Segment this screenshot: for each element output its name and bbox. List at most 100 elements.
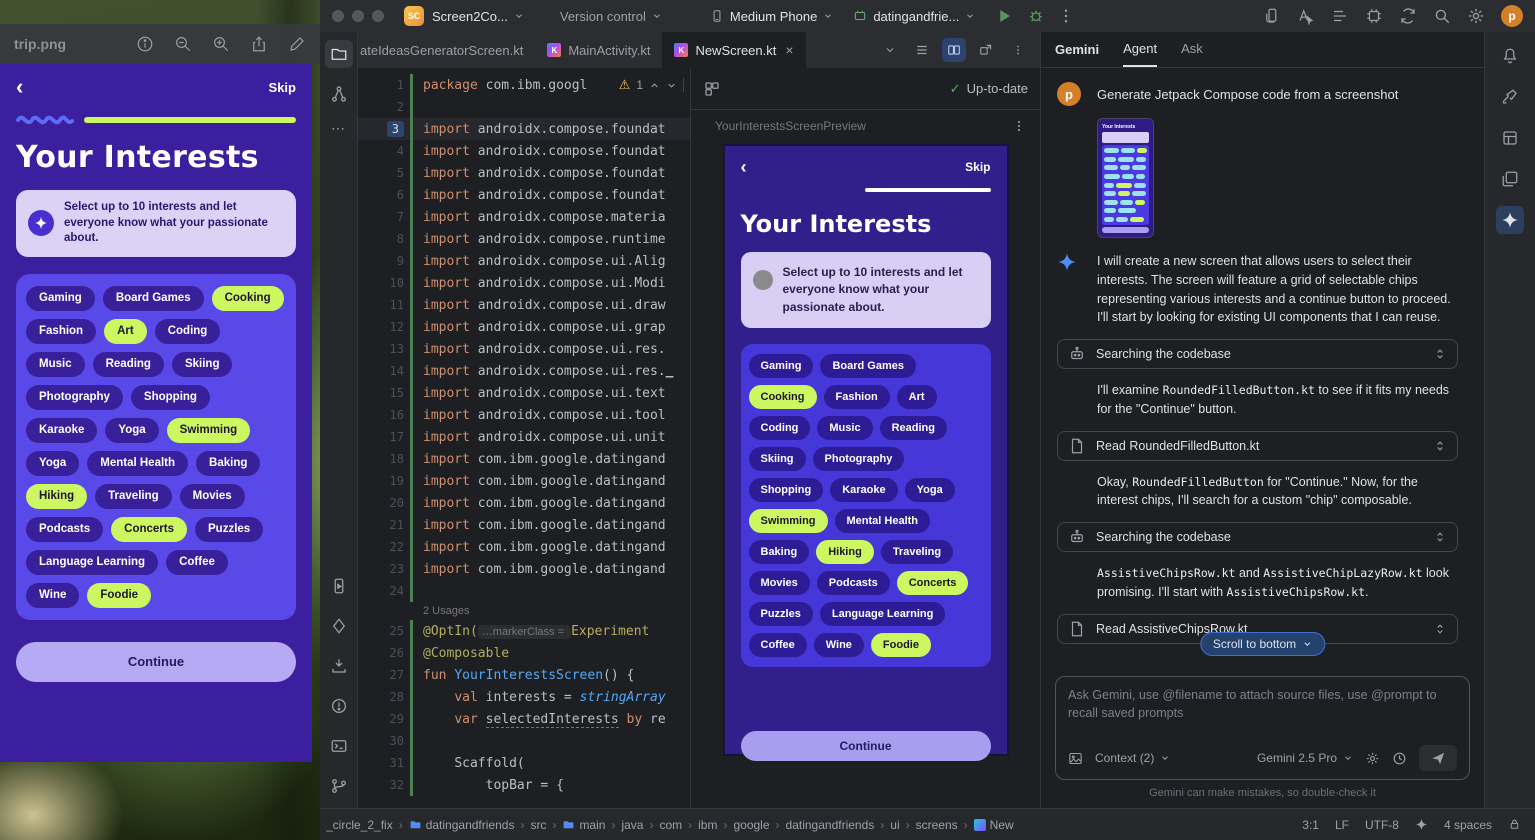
file-encoding[interactable]: UTF-8 [1365,818,1399,832]
user-avatar[interactable]: p [1501,5,1523,27]
line-number[interactable]: 21 [390,518,404,532]
code-line-12[interactable]: 12import androidx.compose.ui.grap [358,316,690,338]
line-number[interactable]: 6 [397,188,404,202]
float-window-icon[interactable] [974,38,998,62]
line-number[interactable]: 16 [390,408,404,422]
sync-icon[interactable] [1399,7,1417,25]
expand-collapse-icon[interactable] [1433,530,1447,544]
line-number[interactable]: 5 [397,166,404,180]
breadcrumb-datingandfriends[interactable]: datingandfriends [409,818,515,832]
line-number[interactable]: 30 [390,734,404,748]
code-line-6[interactable]: 6import androidx.compose.foundat [358,184,690,206]
running-devices-button[interactable] [325,572,353,600]
code-line-14[interactable]: 14import androidx.compose.ui.res._ [358,360,690,382]
info-icon[interactable] [136,35,154,53]
line-number[interactable]: 31 [390,756,404,770]
line-number[interactable]: 8 [397,232,404,246]
code-line-10[interactable]: 10import androidx.compose.ui.Modi [358,272,690,294]
code-line-18[interactable]: 18import com.ibm.google.datingand [358,448,690,470]
line-number[interactable]: 17 [390,430,404,444]
code-line-2[interactable]: 2 [358,96,690,118]
line-number[interactable]: 4 [397,144,404,158]
settings-icon[interactable] [1467,7,1485,25]
breadcrumb-ui[interactable]: ui [890,818,899,832]
maximize-window-icon[interactable] [372,10,384,22]
line-number[interactable]: 7 [397,210,404,224]
code-line-28[interactable]: 28 val interests = stringArray [358,686,690,708]
close-window-icon[interactable] [332,10,344,22]
line-separator[interactable]: LF [1335,818,1349,832]
code-line-22[interactable]: 22import com.ibm.google.datingand [358,536,690,558]
tool-call-read-roundedfilledbutton-kt[interactable]: Read RoundedFilledButton.kt [1057,431,1458,461]
preview-name[interactable]: YourInterestsScreenPreview [715,119,866,133]
tab-newscreen[interactable]: K NewScreen.kt × [662,32,805,68]
close-tab-icon[interactable]: × [785,42,793,58]
tab-mainactivity[interactable]: K MainActivity.kt [535,32,662,68]
breadcrumb-src[interactable]: src [530,818,546,832]
code-line-9[interactable]: 9import androidx.compose.ui.Alig [358,250,690,272]
line-number[interactable]: 14 [390,364,404,378]
code-line-27[interactable]: 27fun YourInterestsScreen() { [358,664,690,686]
ai-spark-icon[interactable] [1415,818,1428,831]
gemini-tool-button[interactable] [1496,206,1524,234]
vcs-widget[interactable]: Version control [560,9,662,24]
notifications-button[interactable] [1496,42,1524,70]
device-manager-button[interactable] [325,652,353,680]
tool-call-searching-the-codebase[interactable]: Searching the codebase [1057,339,1458,369]
prev-issue-icon[interactable] [649,80,660,91]
line-number[interactable]: 10 [390,276,404,290]
debug-button[interactable] [1027,7,1045,25]
line-number[interactable]: 24 [390,584,404,598]
code-line-8[interactable]: 8import androidx.compose.runtime [358,228,690,250]
expand-collapse-icon[interactable] [1433,347,1447,361]
code-line-13[interactable]: 13import androidx.compose.ui.res. [358,338,690,360]
commit-tool-button[interactable] [325,80,353,108]
todo-list-icon[interactable] [1331,7,1349,25]
line-number[interactable]: 2 [397,100,404,114]
code-line-17[interactable]: 17import androidx.compose.ui.unit [358,426,690,448]
preview-kebab-icon[interactable] [1012,119,1026,133]
breadcrumb-ibm[interactable]: ibm [698,818,717,832]
build-variants-button[interactable] [325,612,353,640]
preview-layout-icon[interactable] [703,80,721,98]
more-actions-button[interactable] [1057,7,1075,25]
zoom-out-icon[interactable] [174,35,192,53]
code-line-20[interactable]: 20import com.ibm.google.datingand [358,492,690,514]
model-dropdown[interactable]: Gemini 2.5 Pro [1257,751,1353,765]
line-number[interactable]: 26 [390,646,404,660]
line-number[interactable]: 3 [387,121,404,137]
preview-build-status[interactable]: ✓ Up-to-date [950,81,1028,97]
line-number[interactable]: 1 [397,78,404,92]
code-line-15[interactable]: 15import androidx.compose.ui.text [358,382,690,404]
code-line-7[interactable]: 7import androidx.compose.materia [358,206,690,228]
search-icon[interactable] [1433,7,1451,25]
attach-image-icon[interactable] [1068,751,1083,766]
code-line-11[interactable]: 11import androidx.compose.ui.draw [358,294,690,316]
next-issue-icon[interactable] [666,80,677,91]
project-tool-button[interactable] [325,40,353,68]
line-number[interactable]: 29 [390,712,404,726]
line-number[interactable]: 15 [390,386,404,400]
indent-setting[interactable]: 4 spaces [1444,818,1492,832]
split-preview-toggle-icon[interactable] [942,38,966,62]
line-number[interactable]: 18 [390,452,404,466]
breadcrumb-new[interactable]: New [974,818,1014,832]
zoom-in-icon[interactable] [212,35,230,53]
editor-kebab-icon[interactable] [1006,38,1030,62]
breadcrumb-java[interactable]: java [621,818,643,832]
hidden-tabs-chevron-icon[interactable] [878,38,902,62]
line-number[interactable]: 25 [390,624,404,638]
code-line-29[interactable]: 29 var selectedInterests by re [358,708,690,730]
scroll-to-bottom-button[interactable]: Scroll to bottom [1200,632,1325,656]
tab-dateideasgeneratorscreen[interactable]: ateIdeasGeneratorScreen.kt [358,32,535,68]
screenshot-thumbnail[interactable]: Your Interests [1097,118,1154,238]
app-insights-icon[interactable] [1297,7,1315,25]
line-number[interactable]: 11 [390,298,404,312]
problems-button[interactable] [325,692,353,720]
expand-collapse-icon[interactable] [1433,622,1447,636]
line-number[interactable]: 23 [390,562,404,576]
code-line-31[interactable]: 31 Scaffold( [358,752,690,774]
inspections-widget[interactable]: ⚠ 1 [617,77,686,93]
line-number[interactable]: 20 [390,496,404,510]
line-number[interactable]: 12 [390,320,404,334]
